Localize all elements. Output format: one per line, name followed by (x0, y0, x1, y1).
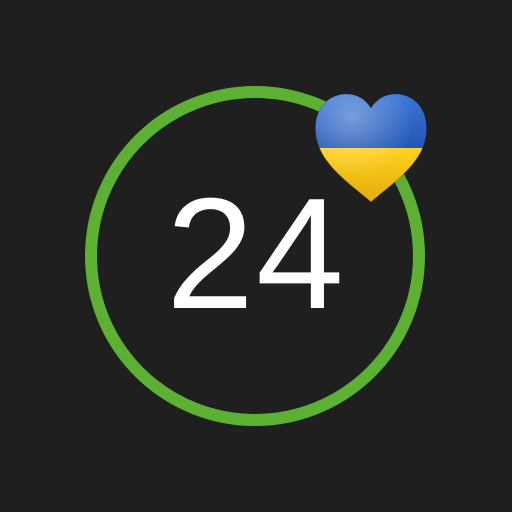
number-label: 24 (166, 166, 346, 342)
ukraine-flag-heart-icon (314, 93, 428, 203)
app-icon: 24 (0, 0, 512, 512)
